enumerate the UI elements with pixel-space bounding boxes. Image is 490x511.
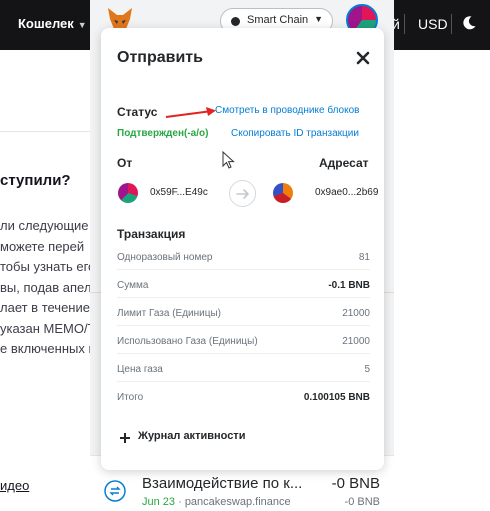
to-label: Адресат: [319, 156, 369, 170]
total-label: Итого: [117, 392, 144, 403]
gas-limit-value: 21000: [342, 308, 370, 319]
wallet-menu-label: Кошелек: [18, 16, 74, 31]
amount-label: Сумма: [117, 280, 149, 291]
activity-date: Jun 23: [142, 496, 176, 508]
total-value: 0.100105 BNB: [303, 392, 370, 403]
recipient-avatar: [273, 183, 293, 203]
moon-icon[interactable]: [461, 15, 477, 31]
chevron-down-icon: ▼: [77, 20, 87, 30]
faq-heading: ступили?: [0, 172, 71, 189]
nonce-value: 81: [358, 252, 370, 263]
gas-used-label: Использовано Газа (Единицы): [117, 336, 258, 347]
transaction-heading: Транзакция: [117, 227, 186, 241]
activity-source: · pancakeswap.finance: [178, 496, 291, 508]
nonce-label: Одноразовый номер: [117, 252, 213, 263]
row-divider: [117, 381, 370, 382]
row-divider: [117, 325, 370, 326]
gas-price-label: Цена газа: [117, 364, 163, 375]
gas-price-value: 5: [364, 364, 370, 375]
status-badge: Подтвержден(-а/о): [117, 128, 209, 139]
activity-amount: -0 BNB: [331, 475, 380, 492]
currency-selector[interactable]: USD: [418, 16, 448, 32]
gas-limit-label: Лимит Газа (Единицы): [117, 308, 221, 319]
activity-amount-secondary: -0 BNB: [344, 496, 380, 508]
video-link[interactable]: идео: [0, 478, 29, 493]
sender-address[interactable]: 0x59F...E49c: [150, 187, 208, 198]
mouse-cursor-icon: [222, 151, 235, 169]
network-status-dot: [231, 17, 240, 26]
row-divider: [117, 353, 370, 354]
activity-subtitle: Jun 23 · pancakeswap.finance: [142, 496, 291, 508]
modal-title: Отправить: [117, 49, 203, 66]
annotation-arrow-icon: [165, 107, 216, 118]
transaction-details-modal: Отправить Статус Смотреть в проводнике б…: [101, 28, 384, 470]
network-label: Smart Chain: [247, 14, 309, 26]
sender-avatar: [118, 183, 138, 203]
status-label: Статус: [117, 105, 158, 119]
wallet-menu[interactable]: Кошелек ▼: [18, 16, 87, 31]
transfer-direction: [229, 180, 256, 207]
plus-icon[interactable]: [119, 432, 131, 444]
chevron-down-icon: ▼: [314, 14, 323, 24]
copy-tx-id-link[interactable]: Скопировать ID транзакции: [231, 128, 359, 139]
recipient-address[interactable]: 0x9ae0...2b69: [315, 187, 378, 198]
view-in-explorer-link[interactable]: Смотреть в проводнике блоков: [215, 105, 359, 116]
arrow-right-icon: [236, 189, 249, 199]
close-icon[interactable]: [356, 51, 370, 65]
from-label: От: [117, 156, 133, 170]
row-divider: [117, 269, 370, 270]
amount-value: -0.1 BNB: [328, 280, 370, 291]
activity-title: Взаимодействие по к...: [142, 475, 303, 492]
header-divider: [451, 14, 452, 34]
activity-log-toggle[interactable]: Журнал активности: [138, 430, 245, 442]
row-divider: [117, 297, 370, 298]
swap-arrows-icon: [104, 480, 126, 502]
header-divider: [404, 14, 405, 34]
gas-used-value: 21000: [342, 336, 370, 347]
